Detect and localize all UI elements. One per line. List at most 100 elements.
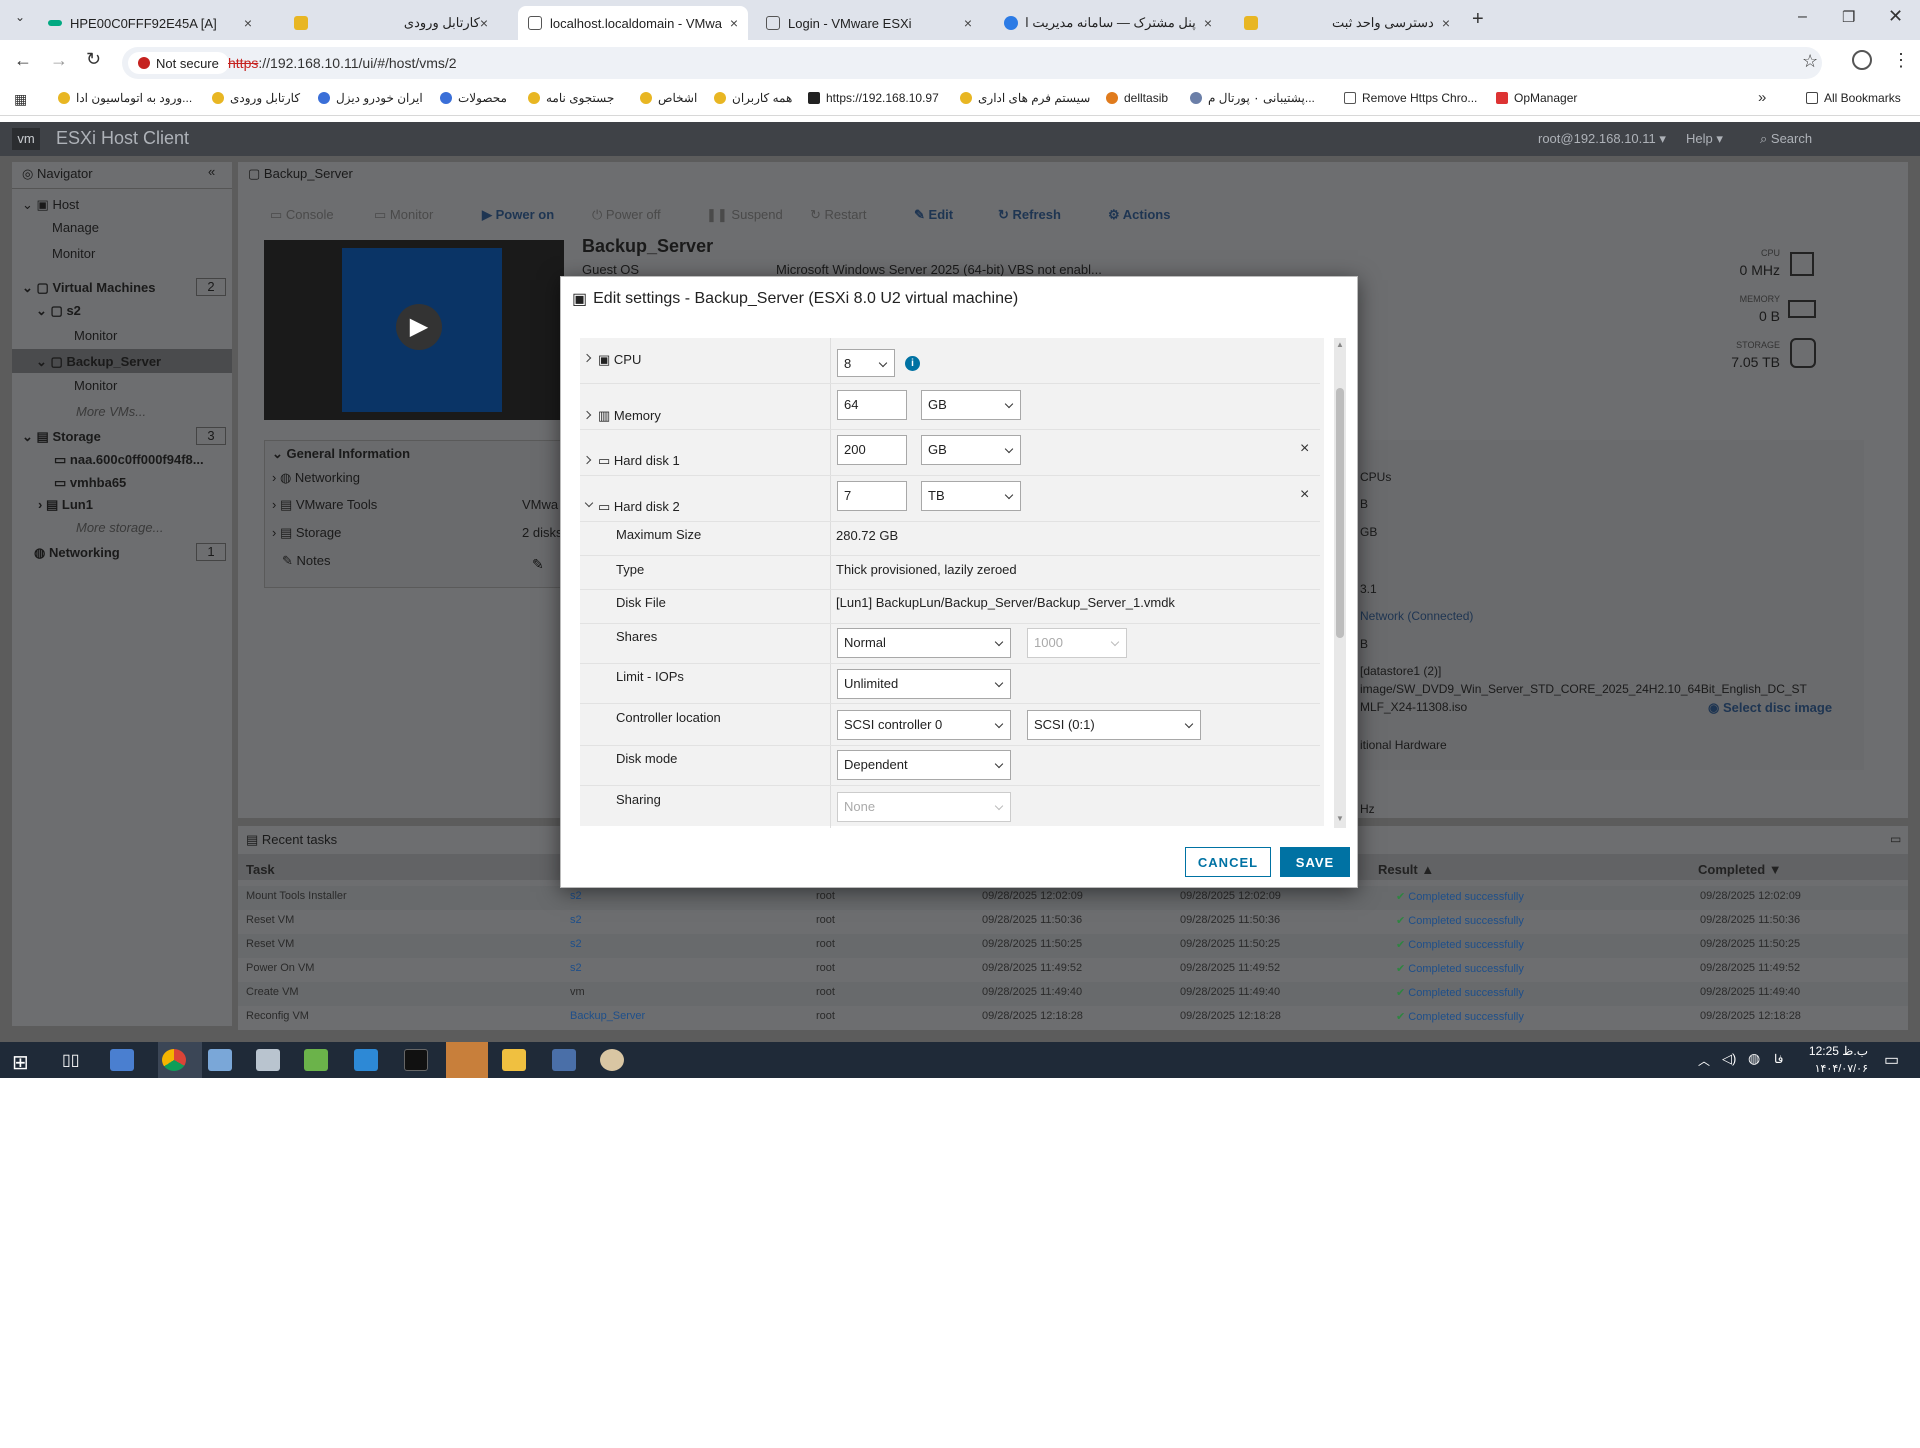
hard-disk-1-size-input[interactable]: 200	[837, 435, 907, 465]
bookmark-item[interactable]: سیستم فرم های اداری	[960, 91, 1090, 105]
nav-item-networking[interactable]: ◍ Networking	[34, 545, 120, 561]
nav-item-storage[interactable]: ⌄ ▤ Storage	[22, 429, 101, 445]
sharing-select[interactable]: None	[837, 792, 1011, 822]
bookmark-item[interactable]: OpManager	[1496, 91, 1577, 105]
nav-item-lun1[interactable]: › ▤ Lun1	[38, 497, 93, 513]
profile-icon[interactable]	[1852, 50, 1872, 70]
scroll-down-icon[interactable]: ▼	[1336, 814, 1344, 823]
column-task[interactable]: Task	[246, 862, 275, 877]
help-menu[interactable]: Help ▾	[1686, 131, 1723, 147]
browser-tab[interactable]: HPE00C0FFF92E45A [A] ×	[38, 6, 262, 40]
collapse-nav-icon[interactable]: «	[208, 164, 215, 179]
windows-start-icon[interactable]: ⊞	[12, 1050, 29, 1075]
clock-date[interactable]: ۱۴۰۴/۰۷/۰۶	[1804, 1062, 1868, 1075]
nav-item-backup-monitor[interactable]: Monitor	[74, 378, 117, 393]
all-bookmarks-button[interactable]: All Bookmarks	[1806, 91, 1901, 105]
notepad-icon[interactable]	[304, 1049, 328, 1071]
remove-hard-disk-1-button[interactable]: ×	[1300, 440, 1309, 458]
monitor-button[interactable]: ▭ Monitor	[374, 207, 433, 223]
bookmark-item[interactable]: Remove Https Chro...	[1344, 91, 1477, 105]
back-icon[interactable]: ←	[14, 50, 32, 71]
close-tab-icon[interactable]: ×	[480, 15, 488, 31]
bookmark-item[interactable]: ایران خودرو دیزل	[318, 91, 423, 105]
scrollbar-thumb[interactable]	[1336, 388, 1344, 638]
power-on-button[interactable]: ▶ Power on	[482, 207, 554, 223]
remove-hard-disk-2-button[interactable]: ×	[1300, 486, 1309, 504]
notifications-icon[interactable]: ▭	[1884, 1050, 1899, 1070]
nav-item-s2-monitor[interactable]: Monitor	[74, 328, 117, 343]
scroll-up-icon[interactable]: ▲	[1336, 340, 1344, 349]
file-explorer-icon[interactable]	[502, 1049, 526, 1071]
save-button[interactable]: SAVE	[1280, 847, 1350, 877]
target-cell[interactable]: s2	[570, 962, 582, 974]
console-button[interactable]: ▭ Console	[270, 207, 334, 223]
actions-button[interactable]: ⚙ Actions	[1108, 207, 1170, 223]
task-view-icon[interactable]: ▯▯	[62, 1050, 80, 1070]
hard-disk-2-unit-select[interactable]: TB	[921, 481, 1021, 511]
gi-vmware-tools[interactable]: › ▤ VMware Tools	[272, 497, 377, 513]
remote-desktop-icon[interactable]	[354, 1049, 378, 1071]
new-tab-button[interactable]: +	[1472, 8, 1484, 31]
bookmark-item[interactable]: اشخاص	[640, 91, 697, 105]
target-cell[interactable]: s2	[570, 890, 582, 902]
browser-tab-active[interactable]: localhost.localdomain - VMware ×	[518, 6, 748, 40]
user-menu[interactable]: root@192.168.10.11 ▾	[1538, 131, 1666, 147]
more-storage-link[interactable]: More storage...	[76, 520, 163, 535]
target-cell[interactable]: s2	[570, 938, 582, 950]
search-button[interactable]: ⌕ Search	[1760, 131, 1812, 147]
nav-item-datastore[interactable]: ▭ naa.600c0ff000f94f8...	[54, 452, 204, 468]
column-completed[interactable]: Completed ▼	[1698, 862, 1782, 877]
nav-item-manage[interactable]: Manage	[52, 220, 99, 235]
close-window-icon[interactable]: ✕	[1888, 6, 1903, 27]
paint-icon[interactable]	[600, 1049, 624, 1071]
printer-icon[interactable]	[256, 1049, 280, 1071]
column-result[interactable]: Result ▲	[1378, 862, 1434, 877]
not-secure-badge[interactable]: Not secure	[128, 52, 229, 74]
app-icon[interactable]	[208, 1049, 232, 1071]
nav-item-vm-s2[interactable]: ⌄ ▢ s2	[36, 303, 81, 319]
select-disc-image-link[interactable]: ◉ Select disc image	[1708, 700, 1832, 716]
limit-select[interactable]: Unlimited	[837, 669, 1011, 699]
tray-overflow-icon[interactable]: ︿	[1698, 1052, 1710, 1069]
browser-tab[interactable]: Login - VMware ESXi ×	[756, 6, 982, 40]
bookmark-item[interactable]: محصولات	[440, 91, 507, 105]
target-cell[interactable]: Backup_Server	[570, 1010, 645, 1022]
power-off-button[interactable]: ⏻ Power off	[592, 207, 661, 223]
apps-icon[interactable]: ▦	[14, 91, 27, 108]
disk-mode-select[interactable]: Dependent	[837, 750, 1011, 780]
gi-networking[interactable]: › ◍ Networking	[272, 470, 360, 486]
controller-slot-select[interactable]: SCSI (0:1)	[1027, 710, 1201, 740]
volume-icon[interactable]: ◁)	[1722, 1051, 1736, 1067]
chrome-icon[interactable]	[162, 1049, 186, 1071]
tab-search-icon[interactable]: ⌄	[10, 10, 30, 30]
terminal-icon[interactable]	[404, 1049, 428, 1071]
maximize-tasks-icon[interactable]: ▭	[1890, 832, 1901, 846]
restore-icon[interactable]: ❐	[1842, 8, 1855, 26]
menu-icon[interactable]: ⋮	[1892, 50, 1910, 71]
more-vms-link[interactable]: More VMs...	[76, 404, 146, 419]
hard-disk-1-unit-select[interactable]: GB	[921, 435, 1021, 465]
globe-icon[interactable]: ◍	[1748, 1050, 1760, 1067]
bookmark-star-icon[interactable]: ☆	[1802, 51, 1818, 72]
nav-item-host-monitor[interactable]: Monitor	[52, 246, 95, 261]
close-tab-icon[interactable]: ×	[964, 15, 972, 31]
bookmark-item[interactable]: ورود به اتوماسیون ادا...	[58, 91, 192, 105]
gi-storage[interactable]: › ▤ Storage	[272, 525, 341, 541]
cpu-select[interactable]: 8	[837, 349, 895, 377]
bookmark-item[interactable]: delltasib	[1106, 91, 1168, 105]
target-cell[interactable]: vm	[570, 986, 585, 998]
veeam-icon[interactable]	[446, 1042, 488, 1078]
browser-tab[interactable]: × کارتابل ورودی	[276, 6, 506, 40]
gi-notes[interactable]: ✎ Notes	[282, 553, 330, 569]
close-tab-icon[interactable]: ×	[730, 15, 738, 31]
controller-select[interactable]: SCSI controller 0	[837, 710, 1011, 740]
calculator-icon[interactable]	[552, 1049, 576, 1071]
clock-time[interactable]: 12:25 ب.ظ	[1804, 1044, 1868, 1058]
cancel-button[interactable]: CANCEL	[1185, 847, 1271, 877]
restart-button[interactable]: ↻ Restart	[810, 207, 866, 223]
bookmark-item[interactable]: همه کاربران	[714, 91, 792, 105]
bookmark-item[interactable]: https://192.168.10.97	[808, 91, 939, 105]
shares-number-select[interactable]: 1000	[1027, 628, 1127, 658]
nav-item-virtual-machines[interactable]: ⌄ ▢ Virtual Machines	[22, 280, 156, 296]
close-tab-icon[interactable]: ×	[244, 15, 252, 31]
